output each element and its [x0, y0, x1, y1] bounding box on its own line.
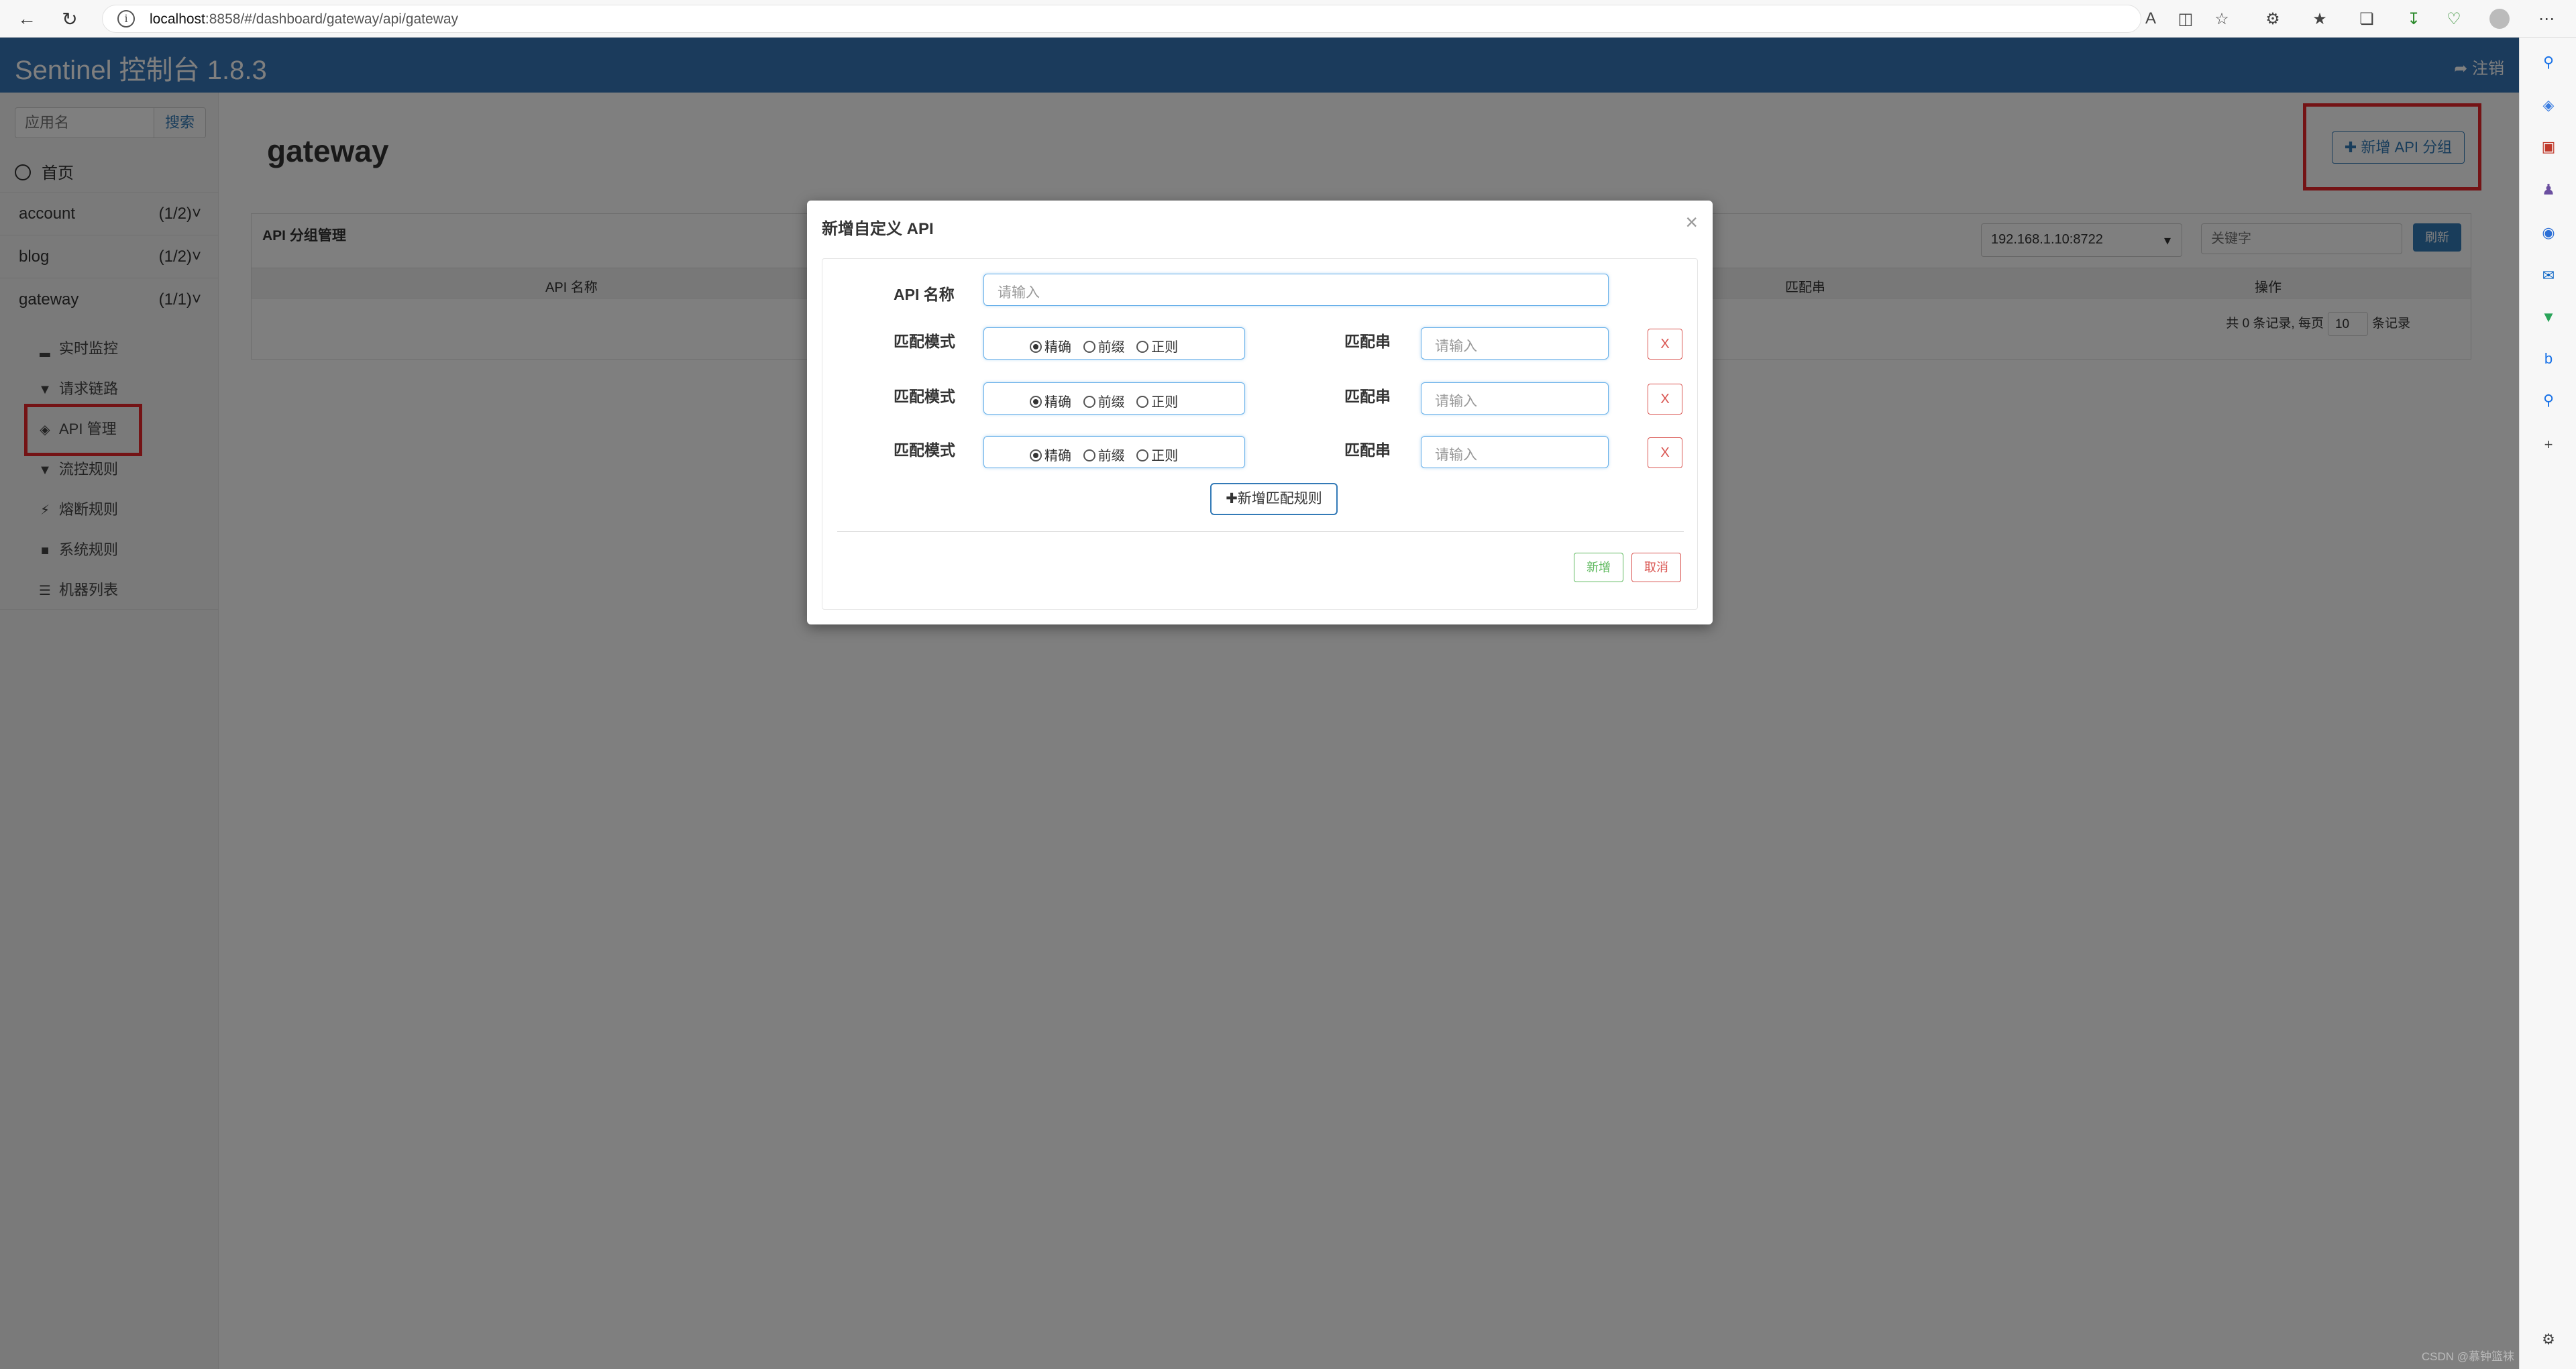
radio-unchecked-icon — [1083, 449, 1095, 461]
radio-regex[interactable]: 正则 — [1136, 391, 1178, 410]
tag-icon[interactable]: ◈ — [2537, 94, 2560, 117]
back-icon[interactable]: ← — [13, 5, 40, 32]
delete-rule-button[interactable]: X — [1648, 329, 1682, 360]
close-icon[interactable]: × — [1685, 210, 1698, 235]
radio-prefix[interactable]: 前缀 — [1083, 445, 1125, 464]
watermark: CSDN @慕钟篮袜 — [2421, 1350, 2514, 1363]
dialog-divider — [837, 531, 1684, 532]
radio-regex[interactable]: 正则 — [1136, 336, 1178, 355]
settings-gear-icon[interactable]: ⚙ — [2537, 1328, 2560, 1351]
address-bar[interactable]: i localhost:8858/#/dashboard/gateway/api… — [102, 5, 2141, 33]
delete-rule-button[interactable]: X — [1648, 437, 1682, 468]
downloads-icon[interactable]: ↧ — [2402, 7, 2426, 31]
match-mode-label: 匹配模式 — [894, 441, 955, 459]
radio-exact[interactable]: 精确 — [1030, 391, 1071, 410]
more-menu-icon[interactable]: ⋯ — [2534, 7, 2559, 31]
favorites-icon[interactable]: ★ — [2308, 7, 2332, 31]
add-match-rule-button[interactable]: ✚新增匹配规则 — [1210, 483, 1338, 515]
radio-regex[interactable]: 正则 — [1136, 445, 1178, 464]
discover-icon[interactable]: ⚲ — [2537, 389, 2560, 412]
url-text: localhost:8858/#/dashboard/gateway/api/g… — [150, 11, 458, 27]
add-custom-api-dialog: 新增自定义 API × API 名称 请输入 匹配模式 精确 前缀 正则 匹配串… — [807, 201, 1713, 624]
match-string-input[interactable]: 请输入 — [1421, 327, 1609, 360]
api-name-label: API 名称 — [894, 286, 955, 303]
collections-icon[interactable]: ❏ — [2355, 7, 2379, 31]
match-string-label: 匹配串 — [1344, 441, 1391, 459]
split-screen-icon[interactable]: ◫ — [2174, 7, 2198, 31]
bing-icon[interactable]: b — [2537, 347, 2560, 370]
match-string-label: 匹配串 — [1344, 388, 1391, 405]
radio-exact[interactable]: 精确 — [1030, 336, 1071, 355]
dialog-title: 新增自定义 API — [822, 220, 934, 238]
submit-add-button[interactable]: 新增 — [1574, 553, 1623, 582]
shopping-icon[interactable]: ▼ — [2537, 306, 2560, 329]
office-icon[interactable]: ◉ — [2537, 221, 2560, 244]
profile-avatar-icon[interactable] — [2487, 7, 2512, 31]
extensions-icon[interactable]: ⚙ — [2261, 7, 2285, 31]
match-mode-radio-group: 精确 前缀 正则 — [983, 382, 1245, 415]
edge-sidebar: ⚲ ◈ ▣ ♟ ◉ ✉ ▼ b ⚲ + ⚙ — [2519, 38, 2576, 1369]
radio-unchecked-icon — [1136, 449, 1149, 461]
favorite-star-icon[interactable]: ☆ — [2210, 7, 2234, 31]
add-icon[interactable]: + — [2537, 433, 2560, 456]
radio-exact[interactable]: 精确 — [1030, 445, 1071, 464]
radio-unchecked-icon — [1136, 341, 1149, 353]
match-string-input[interactable]: 请输入 — [1421, 436, 1609, 468]
radio-checked-icon — [1030, 449, 1042, 461]
radio-unchecked-icon — [1083, 341, 1095, 353]
toolbox-icon[interactable]: ▣ — [2537, 135, 2560, 158]
delete-rule-button[interactable]: X — [1648, 384, 1682, 415]
match-string-input[interactable]: 请输入 — [1421, 382, 1609, 415]
read-aloud-icon[interactable]: A — [2139, 7, 2163, 31]
site-info-icon[interactable]: i — [117, 10, 135, 28]
outlook-icon[interactable]: ✉ — [2537, 264, 2560, 287]
match-mode-label: 匹配模式 — [894, 333, 955, 350]
radio-unchecked-icon — [1136, 396, 1149, 408]
add-match-rule-label: 新增匹配规则 — [1237, 491, 1322, 506]
api-name-input[interactable]: 请输入 — [983, 274, 1609, 306]
cancel-button[interactable]: 取消 — [1631, 553, 1681, 582]
heart-icon[interactable]: ♡ — [2442, 7, 2466, 31]
match-string-label: 匹配串 — [1344, 333, 1391, 350]
radio-checked-icon — [1030, 396, 1042, 408]
radio-unchecked-icon — [1083, 396, 1095, 408]
plus-icon: ✚ — [1226, 491, 1238, 506]
reload-icon[interactable]: ↻ — [56, 5, 83, 32]
dialog-body: API 名称 请输入 匹配模式 精确 前缀 正则 匹配串 请输入 X 匹配模式 … — [822, 258, 1698, 610]
match-mode-radio-group: 精确 前缀 正则 — [983, 327, 1245, 360]
games-icon[interactable]: ♟ — [2537, 178, 2560, 201]
match-mode-label: 匹配模式 — [894, 388, 955, 405]
match-mode-radio-group: 精确 前缀 正则 — [983, 436, 1245, 468]
radio-checked-icon — [1030, 341, 1042, 353]
radio-prefix[interactable]: 前缀 — [1083, 336, 1125, 355]
browser-toolbar: ← ↻ i localhost:8858/#/dashboard/gateway… — [0, 0, 2576, 38]
radio-prefix[interactable]: 前缀 — [1083, 391, 1125, 410]
search-icon[interactable]: ⚲ — [2537, 51, 2560, 74]
